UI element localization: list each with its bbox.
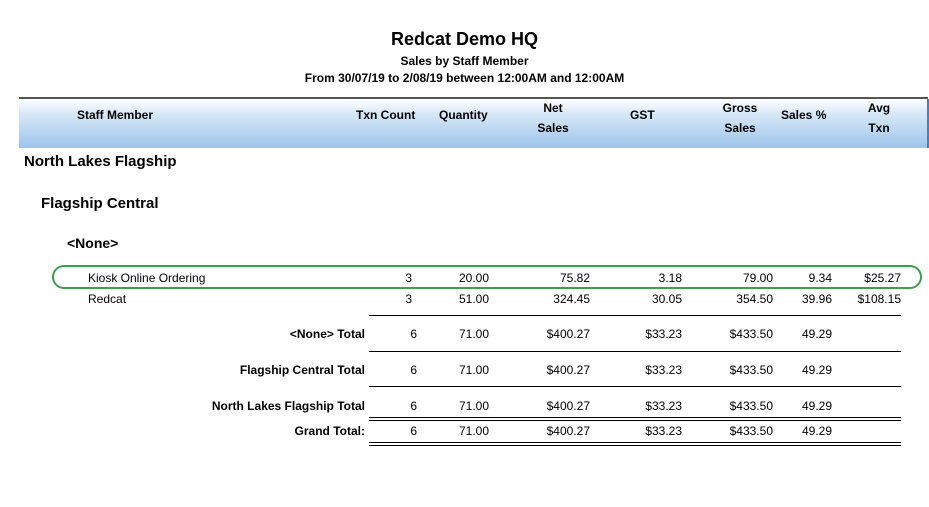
grand-total-gst: $33.23 (645, 424, 682, 438)
total-qty: 71.00 (458, 327, 489, 341)
col-avg-line2: Txn (868, 121, 890, 135)
row-qty: 20.00 (458, 271, 489, 285)
total-label: <None> Total (289, 327, 365, 341)
total-net: $400.27 (546, 363, 590, 377)
row-staff-name: Kiosk Online Ordering (88, 271, 206, 285)
grand-total-row: Grand Total: 6 71.00 $400.27 $33.23 $433… (0, 424, 929, 442)
row-gst: 3.18 (658, 271, 682, 285)
column-header-band: Staff Member Txn Count Quantity Net Sale… (19, 97, 929, 148)
total-gst: $33.23 (645, 327, 682, 341)
col-txn-count: Txn Count (356, 108, 416, 122)
subtotal-rule (369, 386, 901, 387)
grand-total-rule-bottom-2 (369, 445, 901, 446)
total-gross: $433.50 (729, 363, 773, 377)
row-txn: 3 (405, 271, 412, 285)
subtotal-rule (369, 315, 901, 316)
grand-total-rule-top-2 (369, 420, 901, 421)
col-gross-line1: Gross (722, 101, 758, 115)
col-gross-sales: Gross Sales (719, 98, 761, 138)
row-pct: 9.34 (808, 271, 832, 285)
row-net: 324.45 (553, 292, 590, 306)
total-txn: 6 (410, 399, 417, 413)
report-title: Redcat Demo HQ (390, 29, 539, 49)
row-gross: 79.00 (742, 271, 773, 285)
row-staff-name: Redcat (88, 292, 127, 306)
table-row[interactable]: Redcat 3 51.00 324.45 30.05 354.50 39.96… (0, 292, 929, 310)
total-row: <None> Total 6 71.00 $400.27 $33.23 $433… (0, 327, 929, 345)
total-qty: 71.00 (458, 363, 489, 377)
col-gst: GST (630, 108, 655, 122)
total-qty: 71.00 (458, 399, 489, 413)
total-row: North Lakes Flagship Total 6 71.00 $400.… (0, 399, 929, 417)
grand-total-pct: 49.29 (801, 424, 832, 438)
grand-total-gross: $433.50 (729, 424, 773, 438)
subtotal-rule (369, 351, 901, 352)
total-gross: $433.50 (729, 399, 773, 413)
total-pct: 49.29 (801, 327, 832, 341)
col-staff-member: Staff Member (77, 108, 154, 122)
row-qty: 51.00 (458, 292, 489, 306)
total-label: North Lakes Flagship Total (211, 399, 365, 413)
total-label: Flagship Central Total (239, 363, 365, 377)
report-date-range: From 30/07/19 to 2/08/19 between 12:00AM… (304, 71, 625, 85)
total-gst: $33.23 (645, 399, 682, 413)
col-avg-txn: Avg Txn (864, 98, 894, 138)
grand-total-net: $400.27 (546, 424, 590, 438)
total-gst: $33.23 (645, 363, 682, 377)
grand-total-label: Grand Total: (294, 424, 365, 438)
total-txn: 6 (410, 327, 417, 341)
total-pct: 49.29 (801, 399, 832, 413)
col-net-line2: Sales (537, 121, 569, 135)
grand-total-txn: 6 (410, 424, 417, 438)
row-pct: 39.96 (801, 292, 832, 306)
group-site: Flagship Central (41, 195, 159, 212)
total-pct: 49.29 (801, 363, 832, 377)
total-net: $400.27 (546, 399, 590, 413)
row-avg: $108.15 (857, 292, 901, 306)
group-store: North Lakes Flagship (24, 153, 177, 170)
col-net-line1: Net (543, 101, 563, 115)
col-sales-pct: Sales % (781, 108, 827, 122)
row-gst: 30.05 (651, 292, 682, 306)
grand-total-rule-bottom (369, 442, 901, 443)
grand-total-qty: 71.00 (458, 424, 489, 438)
total-gross: $433.50 (729, 327, 773, 341)
row-gross: 354.50 (736, 292, 773, 306)
col-net-sales: Net Sales (533, 98, 573, 138)
grand-total-rule-top (369, 417, 901, 418)
table-row[interactable]: Kiosk Online Ordering 3 20.00 75.82 3.18… (0, 271, 929, 289)
total-txn: 6 (410, 363, 417, 377)
col-gross-line2: Sales (724, 121, 756, 135)
row-txn: 3 (405, 292, 412, 306)
col-avg-line1: Avg (867, 101, 891, 115)
col-quantity: Quantity (439, 108, 488, 122)
group-category: <None> (67, 235, 119, 251)
total-row: Flagship Central Total 6 71.00 $400.27 $… (0, 363, 929, 381)
report-subtitle: Sales by Staff Member (400, 54, 529, 68)
row-net: 75.82 (559, 271, 590, 285)
row-avg: $25.27 (864, 271, 901, 285)
total-net: $400.27 (546, 327, 590, 341)
